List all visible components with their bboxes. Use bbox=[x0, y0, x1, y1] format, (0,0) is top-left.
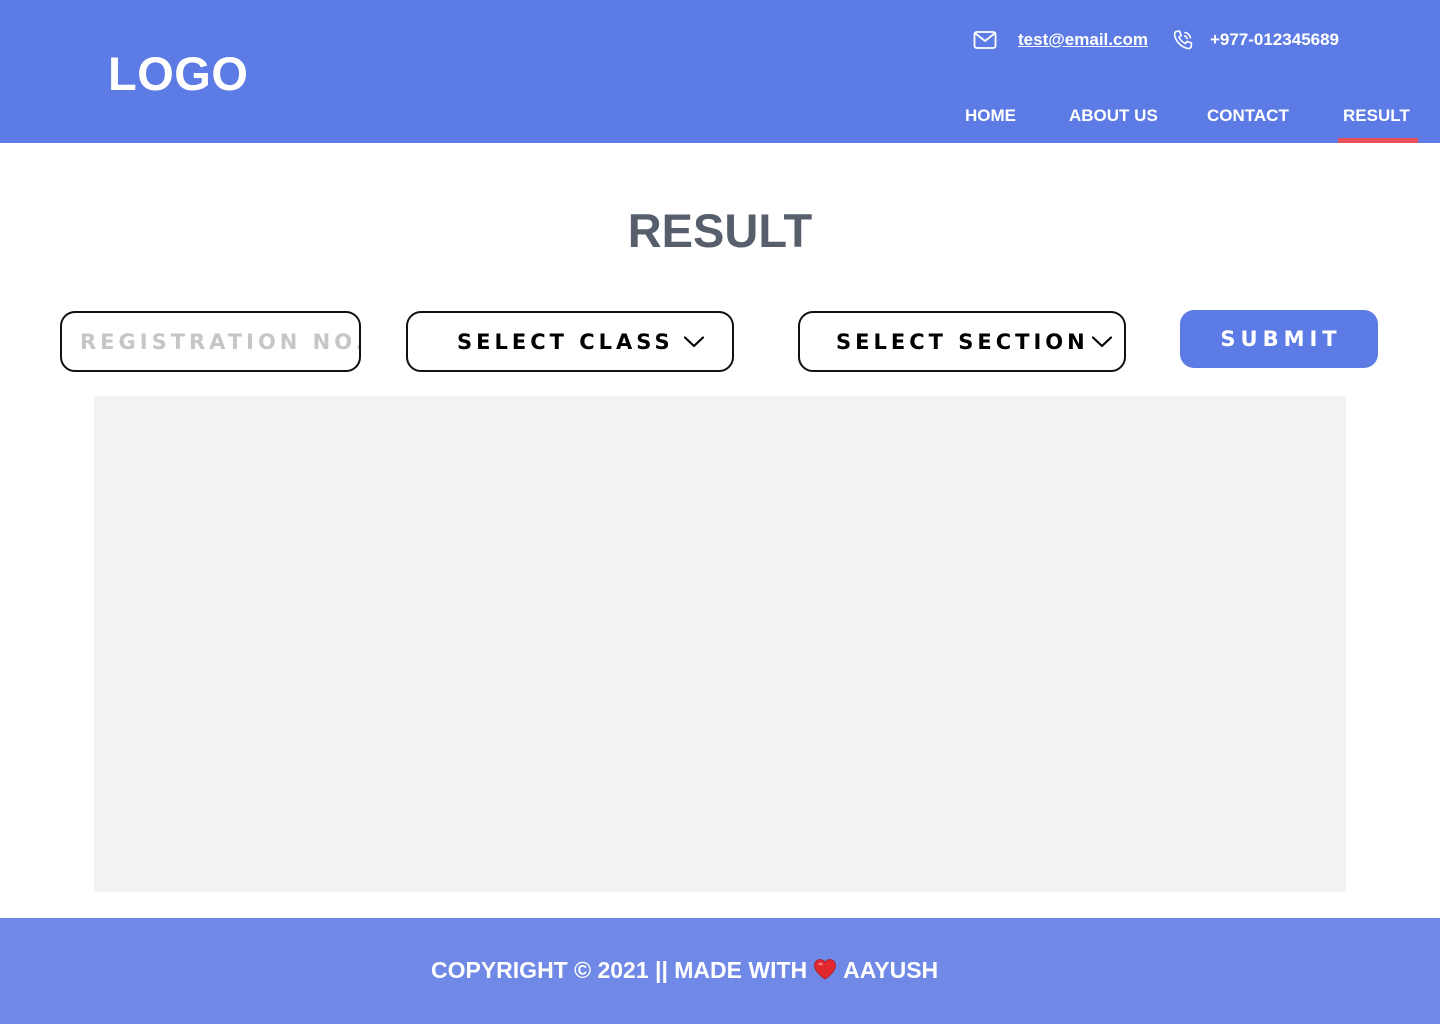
select-class-dropdown[interactable]: SELECT CLASS bbox=[406, 311, 734, 372]
mail-icon bbox=[972, 28, 998, 52]
footer-copyright: COPYRIGHT © 2021 || MADE WITH bbox=[431, 957, 808, 983]
chevron-down-icon bbox=[682, 334, 706, 350]
site-footer: COPYRIGHT © 2021 || MADE WITH AAYUSH bbox=[0, 918, 1440, 1024]
select-class-label: SELECT CLASS bbox=[457, 329, 674, 354]
phone-icon bbox=[1170, 28, 1196, 52]
submit-button[interactable]: SUBMIT bbox=[1180, 310, 1378, 368]
nav-contact[interactable]: CONTACT bbox=[1207, 106, 1289, 126]
heart-icon bbox=[813, 958, 837, 980]
select-section-label: SELECT SECTION bbox=[836, 329, 1089, 354]
footer-text: COPYRIGHT © 2021 || MADE WITH AAYUSH bbox=[431, 957, 938, 984]
nav-home[interactable]: HOME bbox=[965, 106, 1016, 126]
phone-number[interactable]: +977-012345689 bbox=[1210, 30, 1339, 50]
nav-about-us[interactable]: ABOUT US bbox=[1069, 106, 1158, 126]
nav-result[interactable]: RESULT bbox=[1343, 106, 1410, 126]
site-header: LOGO test@email.com +977-012345689 HOME … bbox=[0, 0, 1440, 143]
contact-bar: test@email.com +977-012345689 bbox=[972, 28, 1339, 52]
main-nav: HOME ABOUT US CONTACT RESULT bbox=[0, 106, 1440, 143]
select-section-dropdown[interactable]: SELECT SECTION bbox=[798, 311, 1126, 372]
footer-author: AAYUSH bbox=[843, 957, 939, 983]
chevron-down-icon bbox=[1090, 334, 1114, 350]
registration-input[interactable] bbox=[60, 311, 361, 372]
result-panel bbox=[94, 396, 1346, 892]
logo[interactable]: LOGO bbox=[108, 46, 248, 101]
nav-active-indicator bbox=[1338, 138, 1418, 143]
page-title: RESULT bbox=[627, 204, 813, 257]
email-link[interactable]: test@email.com bbox=[1018, 30, 1148, 50]
